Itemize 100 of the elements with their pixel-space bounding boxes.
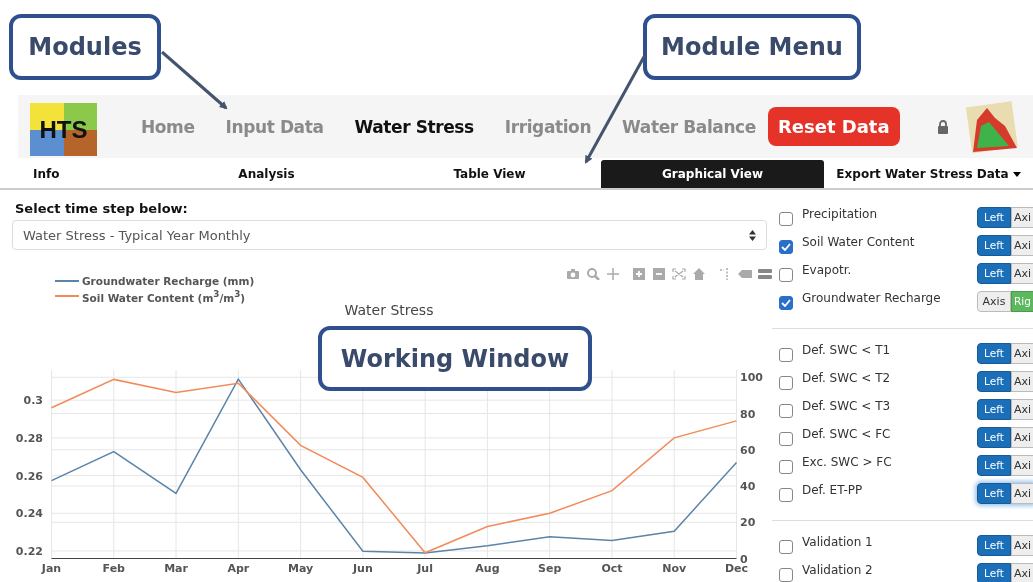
axis-toggle-button[interactable]: Axi — [1011, 534, 1033, 556]
tab[interactable]: Analysis — [155, 160, 378, 188]
axis-toggle-button[interactable]: Axi — [1011, 482, 1033, 504]
checkbox[interactable] — [779, 375, 793, 390]
autoscale-icon[interactable] — [672, 268, 686, 280]
checkbox[interactable] — [779, 539, 793, 554]
axis-tick-label: 0.28 — [15, 431, 43, 445]
axis-tick-label: 60 — [740, 443, 756, 457]
axis-toggle-button[interactable]: Axi — [1011, 206, 1033, 228]
time-step-label: Select time step below: — [15, 201, 189, 216]
axis-toggle-button[interactable]: Left — [977, 426, 1011, 448]
series-label: Exc. SWC > FC — [802, 455, 892, 469]
checkbox[interactable] — [779, 567, 793, 582]
series-label: Validation 2 — [802, 563, 873, 577]
axis-tick-label: Jul — [417, 562, 433, 575]
zoom-icon[interactable] — [586, 268, 600, 280]
zoom-in-icon[interactable] — [632, 268, 646, 280]
axis-tick-label: Nov — [662, 562, 687, 575]
axis-tick-label: Sep — [538, 562, 562, 575]
axis-tick-label: 0.26 — [15, 469, 43, 483]
legend-line-icon — [55, 279, 79, 283]
tab[interactable]: Table View — [378, 160, 601, 188]
axis-tick-label: 0.3 — [23, 394, 43, 408]
time-step-select[interactable]: Water Stress - Typical Year Monthly — [12, 220, 767, 250]
callout-label: Module Menu — [643, 14, 861, 80]
callout-label: Modules — [9, 14, 161, 80]
axis-toggle-button[interactable]: Axi — [1011, 426, 1033, 448]
checkbox[interactable] — [779, 347, 793, 362]
series-label: Precipitation — [802, 207, 877, 221]
series-label: Def. ET-PP — [802, 483, 863, 497]
legend-label[interactable]: Groundwater Recharge (mm) — [82, 275, 255, 287]
axis-toggle-button[interactable]: Left — [977, 234, 1011, 256]
series-label: Groundwater Recharge — [802, 291, 941, 305]
axis-tick-label: Aug — [475, 562, 500, 575]
checkbox[interactable] — [779, 239, 793, 254]
series-label: Evapotr. — [802, 263, 852, 277]
axis-toggle-button[interactable]: Left — [977, 454, 1011, 476]
zoom-out-icon[interactable] — [652, 268, 666, 280]
reset-data-button[interactable]: Reset Data — [767, 107, 900, 146]
axis-toggle-button[interactable]: Left — [977, 482, 1011, 504]
axis-tick-label: Mar — [164, 562, 188, 575]
pan-icon[interactable] — [606, 268, 620, 280]
axis-tick-label: Jun — [353, 562, 373, 575]
axis-tick-label: May — [288, 562, 314, 575]
axis-toggle-button[interactable]: Left — [977, 206, 1011, 228]
axis-toggle-button[interactable]: Axi — [1011, 454, 1033, 476]
axis-tick-label: Feb — [102, 562, 125, 575]
axis-toggle-button[interactable]: Left — [977, 562, 1011, 582]
compare-icon[interactable] — [758, 268, 772, 280]
axis-tick-label: 40 — [740, 480, 756, 493]
legend-label[interactable]: Soil Water Content (m$^{3}$/m$^{3}$) — [82, 289, 246, 304]
axis-tick-label: 0.22 — [15, 544, 43, 558]
checkbox[interactable] — [779, 295, 793, 310]
tab[interactable]: Export Water Stress Data — [824, 160, 1033, 188]
axis-tick-label: Apr — [227, 562, 250, 575]
axis-toggle-button[interactable]: Axi — [1011, 370, 1033, 392]
legend-line-icon — [55, 294, 79, 299]
nav-link[interactable]: Water Stress — [354, 116, 474, 137]
checkbox[interactable] — [779, 267, 793, 282]
axis-toggle-button[interactable]: Left — [977, 398, 1011, 420]
series-label: Validation 1 — [802, 535, 873, 549]
checkbox[interactable] — [779, 487, 793, 502]
axis-toggle-button[interactable]: Left — [977, 370, 1011, 392]
axis-toggle-button[interactable]: Axis — [977, 290, 1011, 312]
axis-toggle-button[interactable]: Left — [977, 262, 1011, 284]
tab[interactable]: Graphical View — [601, 160, 824, 188]
series-label: Def. SWC < T3 — [802, 399, 891, 413]
tab[interactable]: Info — [0, 160, 155, 188]
hts-logo[interactable]: HTS — [30, 103, 97, 156]
chart-title: Water Stress — [344, 302, 434, 318]
series-label: Soil Water Content — [802, 235, 915, 249]
axis-toggle-button[interactable]: Axi — [1011, 398, 1033, 420]
checkbox[interactable] — [779, 431, 793, 446]
series-label: Def. SWC < T2 — [802, 371, 891, 385]
callout-arrow — [161, 50, 228, 110]
axis-toggle-button[interactable]: Axi — [1011, 562, 1033, 582]
axis-tick-label: 0.24 — [15, 507, 43, 521]
callout-label: Working Window — [318, 326, 592, 391]
checkbox[interactable] — [779, 459, 793, 474]
axis-tick-label: 80 — [740, 407, 756, 421]
axis-toggle-button[interactable]: Axi — [1011, 342, 1033, 364]
axis-tick-label: Jan — [41, 562, 62, 575]
series-label: Def. SWC < FC — [802, 427, 891, 441]
axis-toggle-button[interactable]: Axi — [1011, 234, 1033, 256]
checkbox[interactable] — [779, 211, 793, 226]
hover-icon[interactable] — [738, 268, 752, 280]
lock-icon[interactable] — [937, 119, 949, 134]
caret-icon — [1012, 171, 1021, 177]
chart-thumbnail-icon[interactable] — [965, 99, 1021, 154]
series-label: Def. SWC < T1 — [802, 343, 891, 357]
axis-tick-label: 100 — [740, 371, 763, 385]
axis-tick-label: 20 — [740, 516, 756, 530]
updown-arrows-icon — [749, 229, 756, 241]
camera-icon[interactable] — [566, 268, 580, 280]
checkbox[interactable] — [779, 403, 793, 418]
axis-toggle-button[interactable]: Left — [977, 534, 1011, 556]
home-icon[interactable] — [692, 268, 706, 280]
axis-toggle-button[interactable]: Axi — [1011, 262, 1033, 284]
axis-toggle-button[interactable]: Left — [977, 342, 1011, 364]
axis-tick-label: Oct — [601, 562, 623, 575]
